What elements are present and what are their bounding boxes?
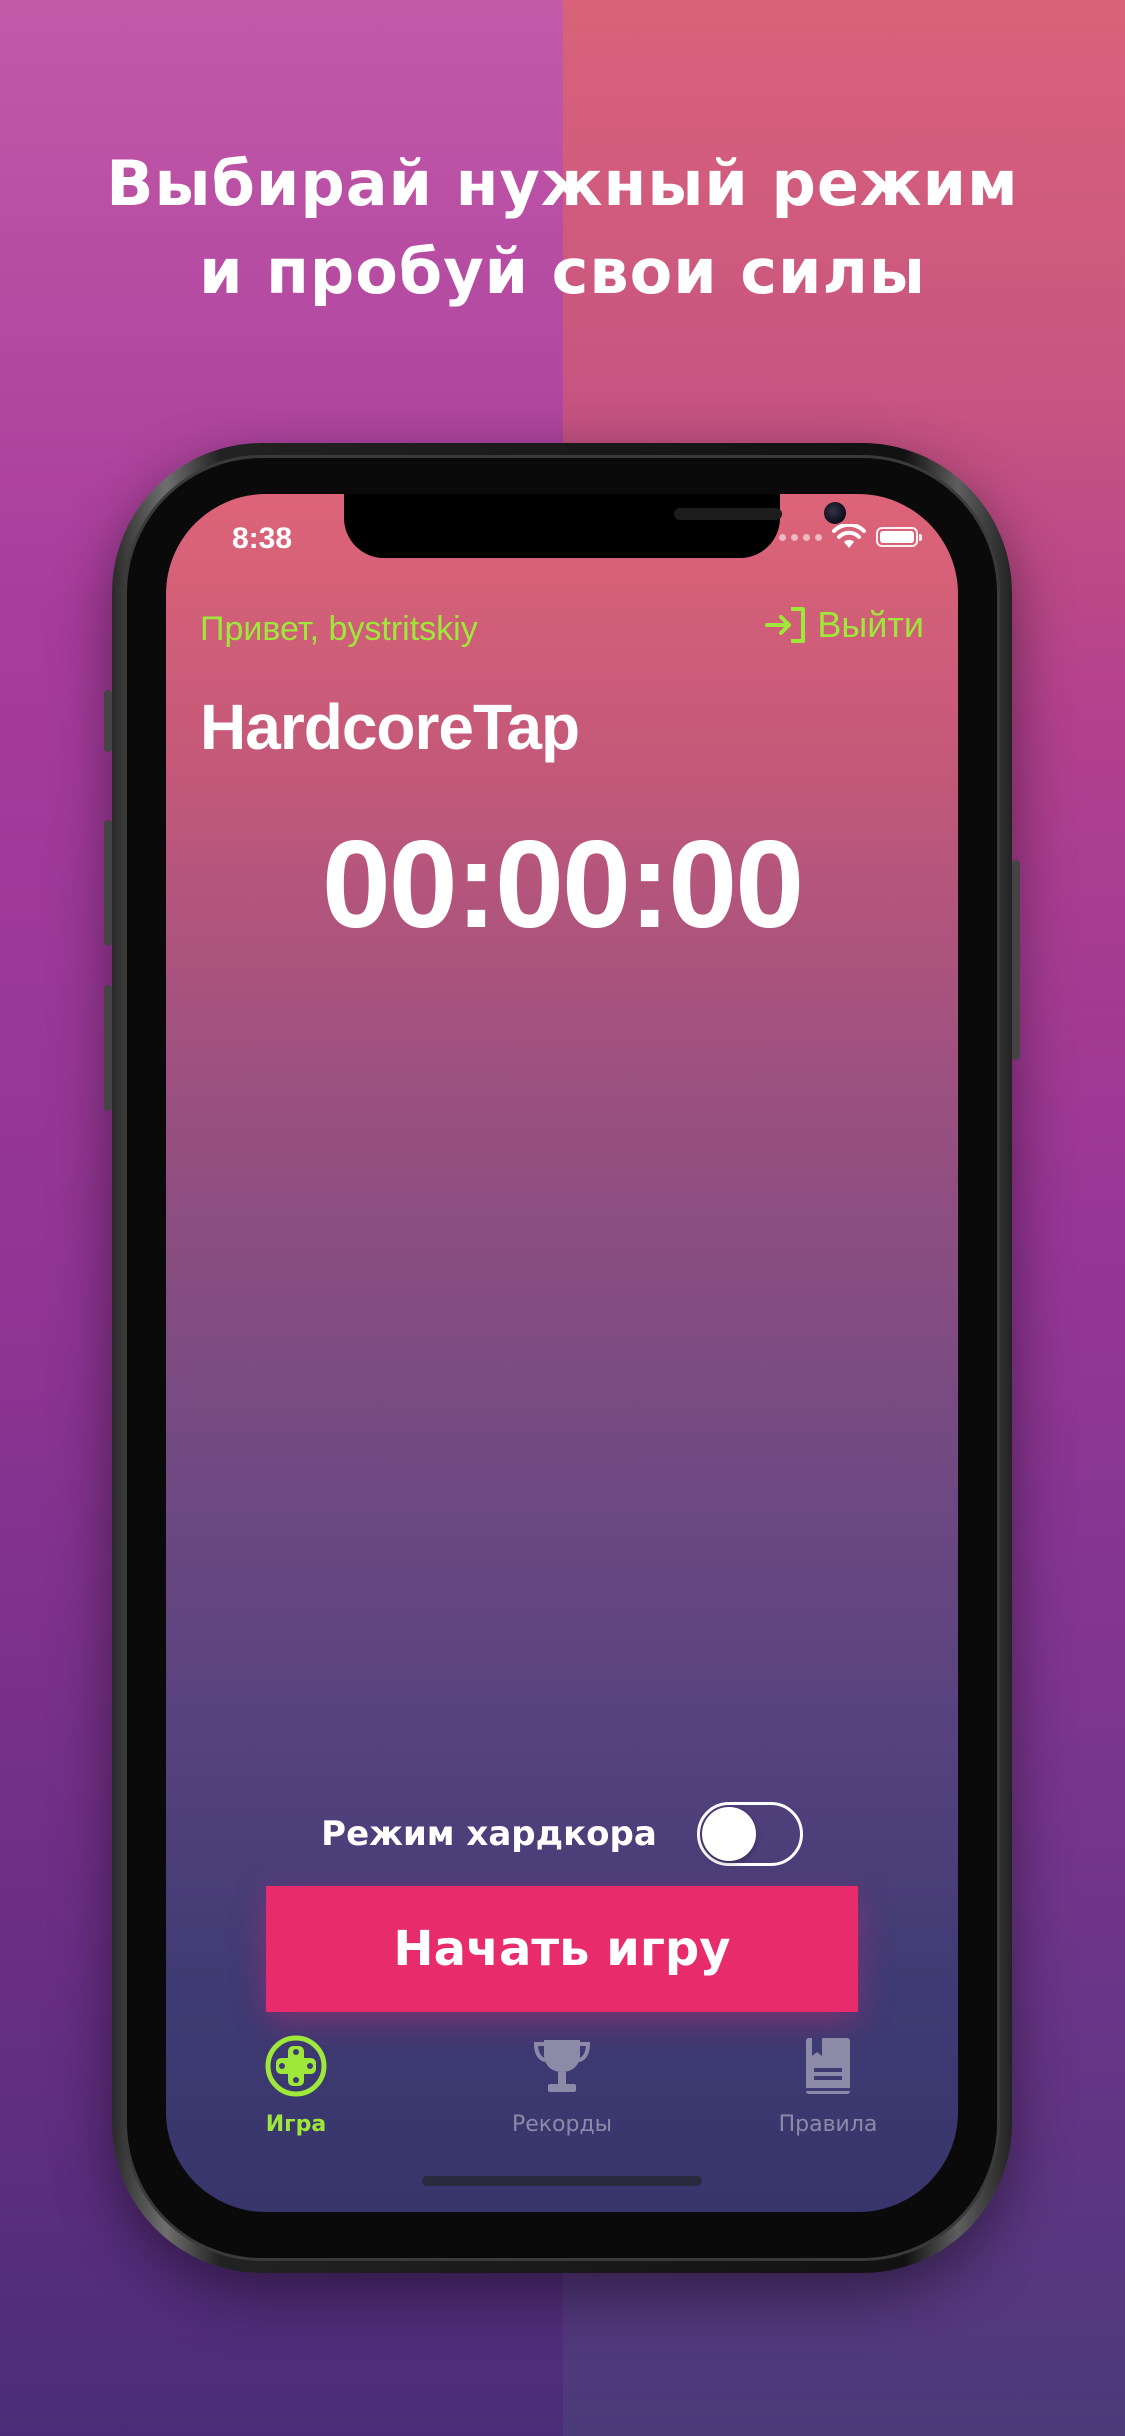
power-button	[1012, 860, 1020, 1060]
notch	[344, 494, 846, 558]
status-indicators	[779, 522, 922, 552]
headline-line-1: Выбирай нужный режим	[106, 147, 1019, 220]
battery-icon	[876, 527, 922, 547]
hardcore-mode-row: Режим хардкора	[166, 1801, 958, 1867]
tab-records-label: Рекорды	[511, 2112, 613, 2137]
greeting-text: Привет, bystritskiy	[200, 610, 478, 648]
signal-icon	[779, 533, 822, 541]
tab-rules[interactable]: Правила	[728, 2034, 928, 2137]
promo-headline: Выбирай нужный режим и пробуй свои силы	[0, 140, 1125, 316]
wifi-icon	[832, 524, 866, 548]
game-timer: 00:00:00	[321, 816, 804, 954]
logout-button[interactable]: Выйти	[765, 604, 924, 646]
logout-icon	[765, 607, 806, 643]
hardcore-mode-label: Режим хардкора	[321, 1814, 657, 1854]
hardcore-mode-toggle[interactable]	[696, 1802, 803, 1866]
front-camera	[824, 502, 846, 524]
status-time: 8:38	[232, 522, 293, 555]
volume-up-button	[104, 820, 112, 946]
home-indicator[interactable]	[422, 2176, 702, 2186]
tab-game-label: Игра	[265, 2112, 327, 2137]
mute-switch	[104, 690, 112, 752]
headline-line-2: и пробуй свои силы	[199, 235, 926, 308]
gamepad-icon	[264, 2034, 328, 2098]
speaker-grille	[674, 508, 782, 520]
logout-label: Выйти	[817, 604, 924, 645]
app-screen: 8:38 Привет, bystritskiy Выйти HardcoreT…	[166, 494, 958, 2212]
tab-game[interactable]: Игра	[196, 2034, 396, 2137]
tab-records[interactable]: Рекорды	[462, 2034, 662, 2137]
app-title: HardcoreTap	[200, 691, 580, 763]
tab-rules-label: Правила	[778, 2112, 878, 2137]
start-game-button[interactable]: Начать игру	[266, 1886, 858, 2012]
tab-bar: Игра Рекорды Правила	[166, 2034, 958, 2144]
toggle-knob	[701, 1807, 756, 1861]
trophy-icon	[530, 2034, 594, 2098]
volume-down-button	[104, 985, 112, 1111]
book-icon	[796, 2034, 860, 2098]
